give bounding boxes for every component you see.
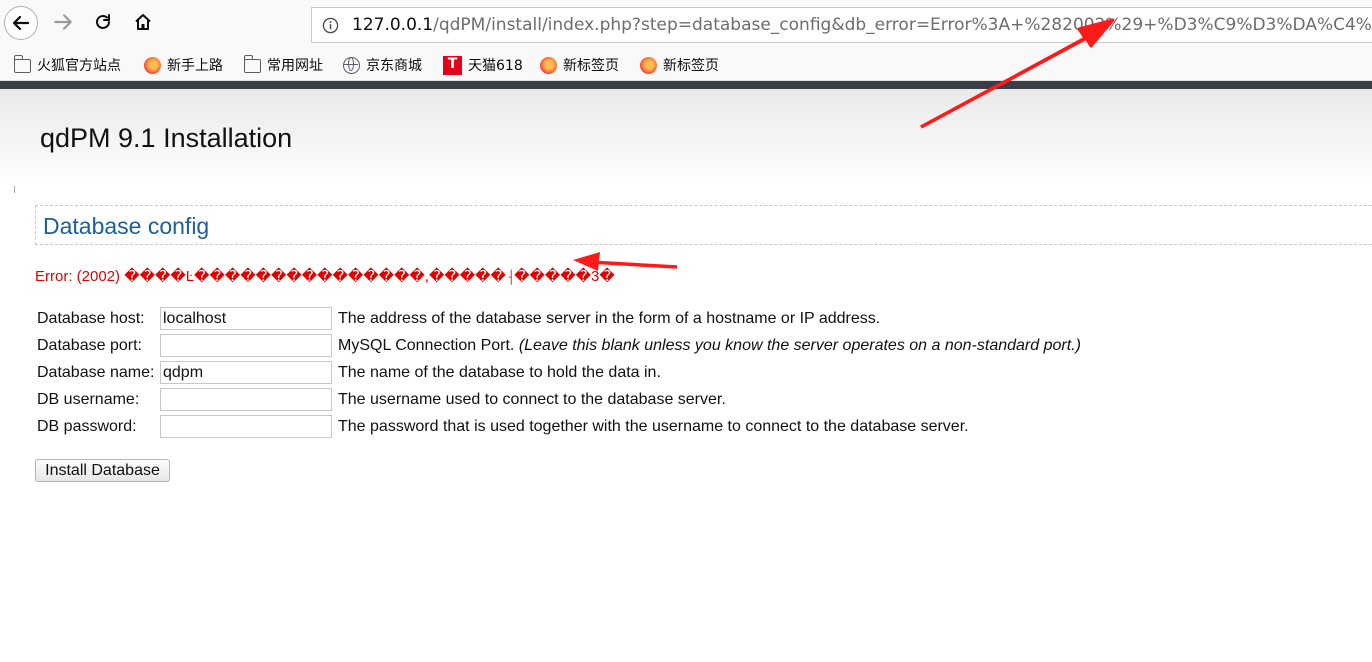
bookmark-jd[interactable]: 京东商城: [343, 54, 422, 76]
bookmark-firefox-official[interactable]: 火狐官方站点: [13, 54, 121, 76]
address-bar[interactable]: 127.0.0.1/qdPM/install/index.php?step=da…: [311, 7, 1372, 43]
folder-icon: [13, 55, 31, 73]
database-port-input[interactable]: [160, 334, 332, 357]
field-label: DB username:: [37, 391, 140, 408]
bookmark-label: 京东商城: [366, 58, 422, 74]
globe-icon: [343, 56, 360, 74]
url-text[interactable]: 127.0.0.1/qdPM/install/index.php?step=da…: [352, 15, 1372, 35]
arrow-left-icon: [12, 15, 30, 31]
field-label: Database host:: [37, 310, 145, 327]
bookmark-new-tab-1[interactable]: 新标签页: [540, 54, 619, 76]
bookmark-label: 新标签页: [563, 58, 619, 74]
info-icon[interactable]: [322, 17, 339, 34]
form-row-host: Database host: The address of the databa…: [37, 307, 1137, 331]
bookmark-label: 常用网址: [267, 58, 323, 74]
folder-icon: [243, 55, 261, 73]
database-host-input[interactable]: [160, 307, 332, 330]
bookmark-tmall[interactable]: T 天猫618: [443, 54, 523, 76]
field-help-note: (Leave this blank unless you know the se…: [518, 337, 1081, 354]
field-help: The address of the database server in th…: [338, 310, 881, 327]
url-host: 127.0.0.1: [352, 15, 434, 35]
field-help: MySQL Connection Port. (Leave this blank…: [338, 337, 1081, 355]
page-title: qdPM 9.1 Installation: [40, 123, 293, 153]
db-password-input[interactable]: [160, 415, 332, 438]
database-name-input[interactable]: [160, 361, 332, 384]
field-label: Database name:: [37, 364, 155, 381]
field-help: The password that is used together with …: [338, 418, 969, 435]
home-icon: [135, 14, 151, 30]
form-row-password: DB password: The password that is used t…: [37, 415, 1137, 439]
field-help: The username used to connect to the data…: [338, 391, 726, 408]
bookmarks-bar: 火狐官方站点 新手上路 常用网址 京东商城 T 天猫618 新标签页 新标签页: [0, 50, 1372, 81]
form-row-name: Database name: The name of the database …: [37, 361, 1137, 385]
header-strip: [0, 81, 1372, 89]
bookmark-label: 新标签页: [663, 58, 719, 74]
bookmark-label: 火狐官方站点: [37, 58, 121, 74]
field-label: DB password:: [37, 418, 137, 435]
section-header: Database config: [35, 205, 1372, 245]
bookmark-common-sites[interactable]: 常用网址: [243, 54, 323, 76]
arrow-right-icon: [54, 14, 72, 30]
home-button[interactable]: [126, 5, 160, 39]
reload-button[interactable]: [86, 5, 120, 39]
firefox-icon: [540, 56, 557, 74]
reload-icon: [96, 14, 110, 29]
field-label: Database port:: [37, 337, 142, 354]
field-help: The name of the database to hold the dat…: [338, 364, 661, 381]
field-help-text: MySQL Connection Port.: [338, 337, 515, 354]
forward-button[interactable]: [46, 5, 80, 39]
db-username-input[interactable]: [160, 388, 332, 411]
url-path: /qdPM/install/index.php?step=database_co…: [433, 15, 1372, 35]
bookmark-getting-started[interactable]: 新手上路: [144, 54, 223, 76]
divider: [14, 186, 15, 193]
firefox-icon: [640, 56, 657, 74]
browser-toolbar: 127.0.0.1/qdPM/install/index.php?step=da…: [0, 0, 1372, 50]
firefox-icon: [144, 56, 161, 74]
form-row-username: DB username: The username used to connec…: [37, 388, 1137, 412]
bookmark-label: 新手上路: [167, 58, 223, 74]
error-message: Error: (2002) ����Ŀ���������������,�����…: [35, 268, 615, 285]
form-row-port: Database port: MySQL Connection Port. (L…: [37, 334, 1137, 358]
back-button[interactable]: [4, 6, 38, 40]
bookmark-label: 天猫618: [468, 58, 523, 74]
bookmark-new-tab-2[interactable]: 新标签页: [640, 54, 719, 76]
install-database-button[interactable]: Install Database: [35, 459, 170, 482]
section-title: Database config: [43, 213, 210, 239]
page-header: qdPM 9.1 Installation: [0, 89, 1372, 185]
tmall-icon: T: [443, 55, 462, 75]
